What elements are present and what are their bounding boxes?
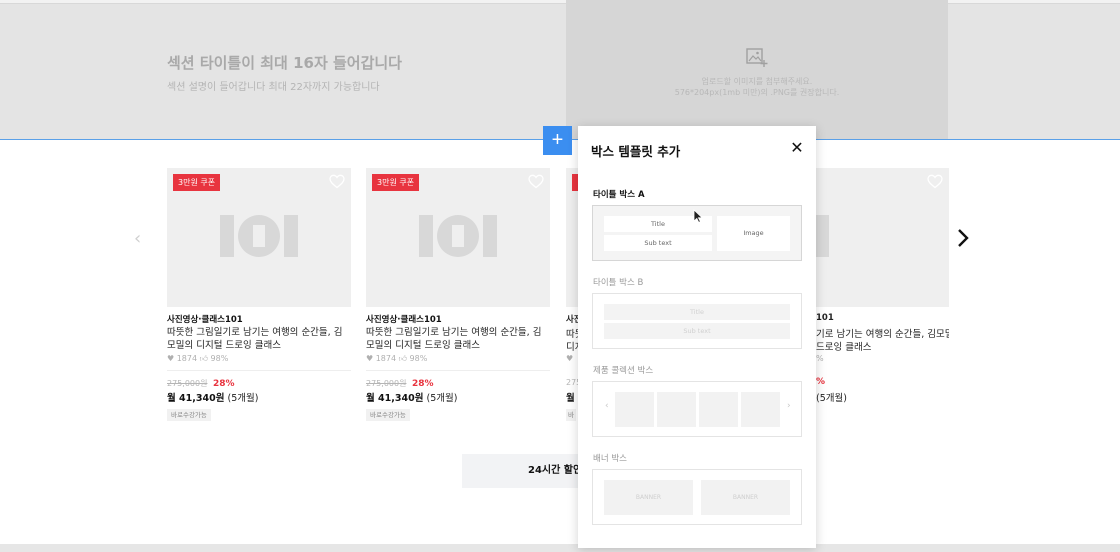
price-row: 275,000원 28% xyxy=(366,378,434,389)
product-title[interactable]: 따뜻한 그림일기로 남기는 여행의 순간들, 김모밀의 디지털 드로잉 클래스 xyxy=(167,326,351,352)
discount-rate: 28% xyxy=(213,379,235,389)
template-banner-box[interactable]: BANNER BANNER xyxy=(592,469,802,525)
template-image-placeholder: Image xyxy=(717,216,790,251)
product-title-line2: 디지 xyxy=(566,342,578,353)
template-label-title-box-a: 타이틀 박스 A xyxy=(593,190,645,200)
template-subtext-placeholder: Sub text xyxy=(604,235,712,251)
class101-logo-mark xyxy=(816,215,829,257)
availability-tag: 바 xyxy=(566,409,576,421)
chevron-left-icon[interactable]: ‹ xyxy=(134,228,141,249)
next-section-band xyxy=(0,544,1120,552)
discount-rate: 28% xyxy=(412,379,434,389)
product-card[interactable]: 3만원 쿠폰 사진영상·클래스101 따뜻한 그림일기로 남기는 여행의 순간들… xyxy=(167,168,351,421)
coupon-badge: 3만원 쿠폰 xyxy=(173,174,221,191)
satisfaction-rate: % xyxy=(816,354,824,363)
installment-months: (5개월) xyxy=(816,393,847,404)
image-upload-icon xyxy=(746,48,768,67)
image-upload-hint: 업로드할 이미지를 첨부해주세요. xyxy=(701,77,813,86)
banner-placeholder: BANNER xyxy=(701,480,790,515)
coupon-badge: 3만원 쿠폰 xyxy=(372,174,420,191)
like-icon: ♥ xyxy=(167,354,175,363)
monthly-price-row: 월 41,340원 (5개월) xyxy=(366,390,457,404)
thumbs-up-icon: 👍︎ xyxy=(398,354,407,363)
section-description[interactable]: 섹션 설명이 들어갑니다 최대 22자까지 가능합니다 xyxy=(167,78,380,93)
add-box-button[interactable]: + xyxy=(543,126,572,155)
image-upload-spec: 576*204px(1mb 미만)의 .PNG를 권장합니다. xyxy=(674,88,840,97)
satisfaction-rate: 98% xyxy=(210,354,229,363)
satisfaction-rate: 98% xyxy=(409,354,428,363)
product-stats: ♥ xyxy=(566,354,574,363)
close-icon[interactable]: ✕ xyxy=(788,140,806,158)
section-header-band: 섹션 타이틀이 최대 16자 들어갑니다 섹션 설명이 들어갑니다 최대 22자… xyxy=(0,0,1120,140)
product-stats: ♥ 1874 👍︎ 98% xyxy=(366,354,427,364)
like-icon: ♥ xyxy=(366,354,374,363)
deal-cta-button[interactable]: 24시간 할인 마감 xyxy=(462,454,578,488)
collection-item-placeholder xyxy=(699,392,738,427)
template-label-title-box-b: 타이틀 박스 B xyxy=(593,278,644,288)
product-card-partial[interactable]: 101 기로 남기는 여행의 순간들, 김모밀의 드로잉 클래스 % % (5개… xyxy=(816,168,949,448)
chevron-left-icon: ‹ xyxy=(605,401,609,411)
template-subtext-placeholder: Sub text xyxy=(604,323,790,339)
collection-item-placeholder xyxy=(615,392,654,427)
template-title-box-b[interactable]: Title Sub text xyxy=(592,293,802,349)
mouse-cursor-icon xyxy=(693,209,703,223)
box-template-modal: 박스 템플릿 추가 ✕ 타이틀 박스 A Title Sub text Imag… xyxy=(578,126,816,548)
card-divider xyxy=(167,370,351,371)
monthly-price: 월 41,340원 xyxy=(167,393,225,404)
collection-item-placeholder xyxy=(741,392,780,427)
monthly-price: 월 4 xyxy=(566,393,578,404)
top-divider xyxy=(0,0,1120,4)
installment-months: (5개월) xyxy=(426,393,458,404)
thumbs-up-icon: 👍︎ xyxy=(199,354,208,363)
page: 섹션 타이틀이 최대 16자 들어갑니다 섹션 설명이 들어갑니다 최대 22자… xyxy=(0,0,1120,552)
heart-icon[interactable] xyxy=(927,174,943,189)
template-label-collection-box: 제품 콜렉션 박스 xyxy=(593,366,654,376)
product-thumbnail[interactable]: 3만원 쿠폰 xyxy=(366,168,550,307)
availability-tag: 바로수강가능 xyxy=(366,409,410,421)
product-brand: 사진영상·클래스101 xyxy=(366,315,442,325)
class101-logo-mark xyxy=(419,215,497,257)
product-title[interactable]: 따뜻한 그림일기로 남기는 여행의 순간들, 김모밀의 디지털 드로잉 클래스 xyxy=(366,326,550,352)
product-title-line2: 드로잉 클래스 xyxy=(816,342,872,353)
installment-months: (5개월) xyxy=(227,393,259,404)
product-thumbnail xyxy=(566,168,578,307)
template-title-placeholder: Title xyxy=(604,304,790,320)
modal-title: 박스 템플릿 추가 xyxy=(591,144,681,159)
price-row: 275,000원 28% xyxy=(167,378,235,389)
chevron-right-icon[interactable] xyxy=(955,226,971,250)
availability-tag: 바로수강가능 xyxy=(167,409,211,421)
product-brand: 사진영상·클래스101 xyxy=(167,315,243,325)
product-brand: 사진 xyxy=(566,315,578,325)
like-count: 1874 xyxy=(375,354,397,363)
original-price: 275 xyxy=(566,378,578,387)
product-card-partial[interactable]: 사진 따뜻 디지 ♥ 275 월 4 바 xyxy=(566,168,578,448)
product-title-line1: 기로 남기는 여행의 순간들, 김모밀의 xyxy=(816,329,949,340)
collection-item-placeholder xyxy=(657,392,696,427)
image-upload-area[interactable]: 업로드할 이미지를 첨부해주세요. 576*204px(1mb 미만)의 .PN… xyxy=(566,0,948,140)
original-price: 275,000원 xyxy=(167,379,208,388)
like-count: 1874 xyxy=(176,354,198,363)
product-stats: ♥ 1874 👍︎ 98% xyxy=(167,354,228,364)
product-brand: 101 xyxy=(816,313,834,323)
banner-placeholder: BANNER xyxy=(604,480,693,515)
class101-logo-mark xyxy=(220,215,298,257)
card-divider xyxy=(366,370,550,371)
original-price: 275,000원 xyxy=(366,379,407,388)
product-card[interactable]: 3만원 쿠폰 사진영상·클래스101 따뜻한 그림일기로 남기는 여행의 순간들… xyxy=(366,168,550,421)
product-thumbnail[interactable]: 3만원 쿠폰 xyxy=(167,168,351,307)
template-collection-box[interactable]: ‹ › xyxy=(592,381,802,437)
heart-icon[interactable] xyxy=(329,174,345,189)
product-thumbnail xyxy=(816,168,949,307)
template-label-banner-box: 배너 박스 xyxy=(593,454,627,464)
monthly-price-row: 월 41,340원 (5개월) xyxy=(167,390,258,404)
section-title[interactable]: 섹션 타이틀이 최대 16자 들어갑니다 xyxy=(167,52,402,73)
chevron-right-icon: › xyxy=(787,401,791,411)
discount-rate: % xyxy=(816,377,826,387)
product-title-line1: 따뜻 xyxy=(566,329,578,340)
monthly-price: 월 41,340원 xyxy=(366,393,424,404)
heart-icon[interactable] xyxy=(528,174,544,189)
